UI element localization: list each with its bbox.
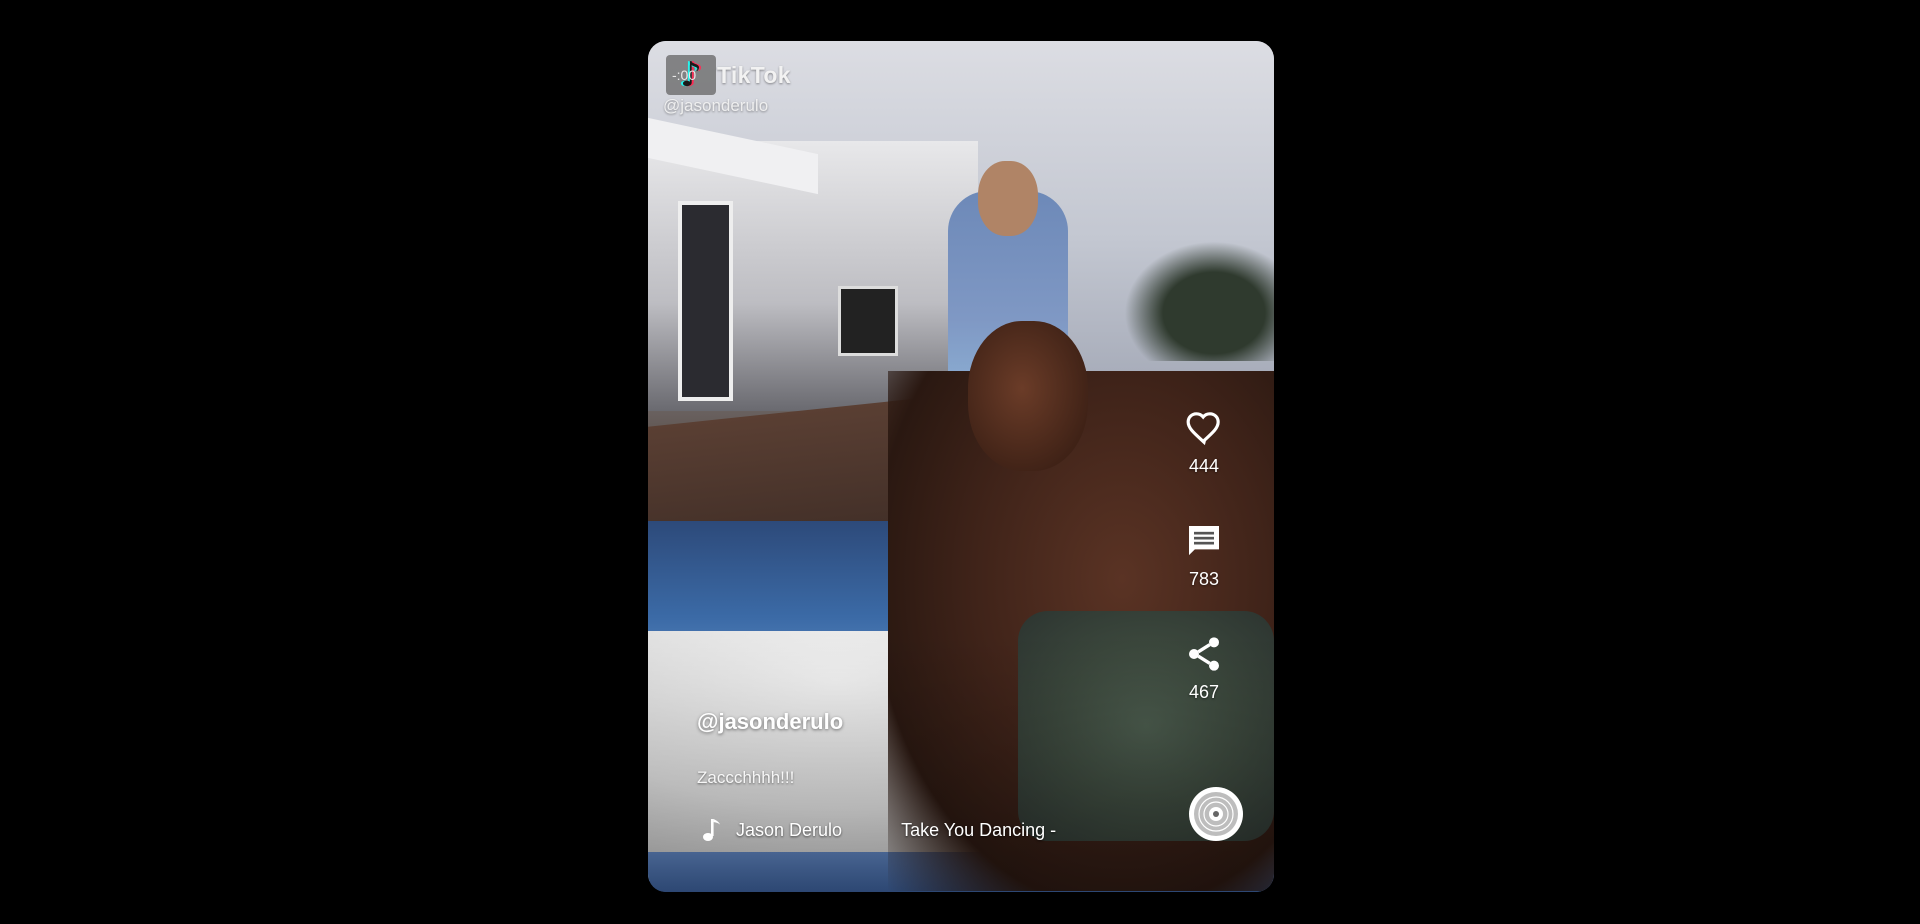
- comment-button[interactable]: 783: [1184, 521, 1224, 590]
- tiktok-watermark: ♪ -:00 TikTok: [666, 55, 791, 95]
- action-bar: 444 783 467: [1164, 408, 1244, 703]
- music-artist: Jason Derulo: [736, 819, 843, 840]
- music-disc-icon: [1194, 792, 1238, 836]
- video-frame-person-background-head: [978, 161, 1038, 236]
- watermark-time: -:00: [672, 67, 697, 83]
- share-button[interactable]: 467: [1184, 634, 1224, 703]
- author-handle[interactable]: @jasonderulo: [697, 709, 843, 735]
- like-button[interactable]: 444: [1184, 408, 1224, 477]
- music-info[interactable]: Jason Derulo Take You Dancing -: [700, 817, 1056, 843]
- tiktok-brand-text: TikTok: [717, 61, 791, 88]
- video-frame-window: [838, 286, 898, 356]
- music-note-icon: [703, 819, 720, 841]
- video-description: Zaccchhhh!!!: [697, 768, 795, 787]
- music-title: Take You Dancing -: [901, 819, 1057, 840]
- video-player[interactable]: ♪ -:00 TikTok @jasonderulo 444 783 467 @…: [648, 41, 1274, 892]
- music-disc-button[interactable]: [1189, 787, 1243, 841]
- video-frame-trees: [1124, 241, 1274, 361]
- tiktok-note-icon: ♪ -:00: [666, 55, 716, 95]
- video-frame-person-foreground-head: [968, 321, 1088, 471]
- comment-count: 783: [1188, 569, 1220, 589]
- heart-icon: [1186, 412, 1220, 446]
- comment-icon: [1189, 526, 1219, 556]
- video-frame-door: [678, 201, 733, 401]
- watermark-handle: @jasonderulo: [663, 96, 769, 115]
- share-icon: [1189, 637, 1219, 671]
- share-count: 467: [1188, 682, 1220, 702]
- video-caption: @jasonderulo Zaccchhhh!!!: [697, 709, 843, 788]
- like-count: 444: [1188, 456, 1220, 476]
